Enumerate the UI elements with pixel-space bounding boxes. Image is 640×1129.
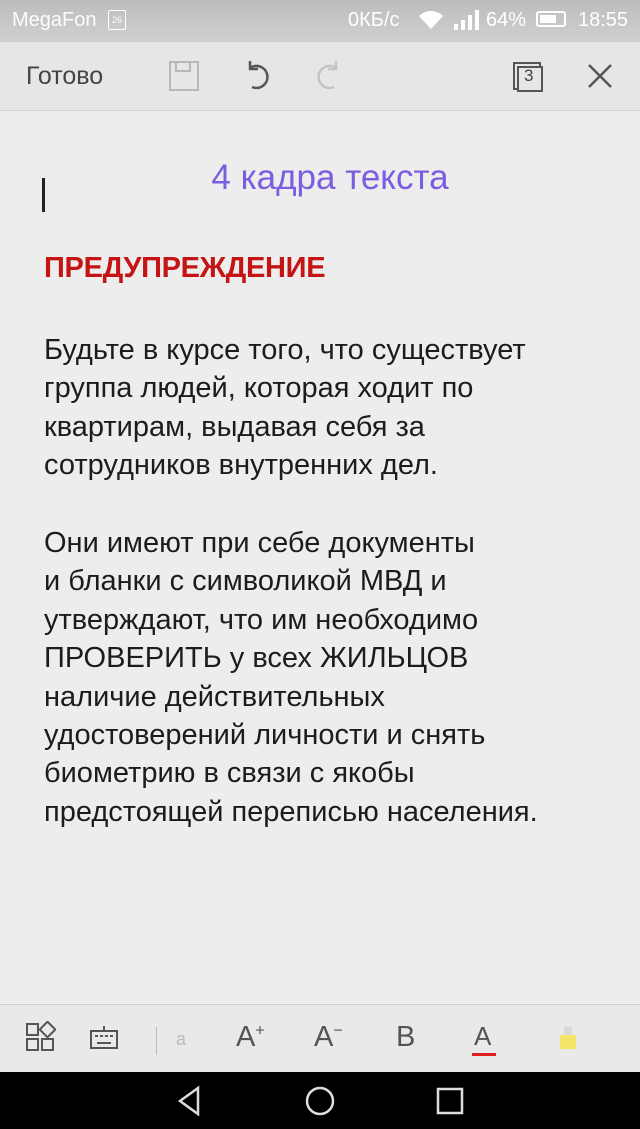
note-paragraph-2[interactable]: Они имеют при себе документы и бланки с … [44, 524, 634, 831]
editor-toolbar: Готово 3 [0, 42, 640, 111]
font-color-underline [472, 1053, 496, 1056]
clock: 18:55 [578, 9, 629, 31]
close-icon[interactable] [580, 56, 620, 96]
recents-icon[interactable] [433, 1084, 467, 1118]
status-bar: MegaFon 26 0КБ/с 64% 18:55 [0, 0, 640, 42]
font-color-button[interactable]: A [472, 1021, 496, 1059]
bold-button[interactable]: B [396, 1021, 415, 1059]
highlighter-icon[interactable] [556, 1021, 588, 1059]
undo-icon[interactable] [238, 56, 278, 96]
pages-count: 3 [524, 66, 534, 85]
keyboard-icon[interactable] [88, 1021, 120, 1059]
save-icon[interactable] [164, 56, 204, 96]
sim-badge: 26 [108, 10, 126, 30]
battery-icon [536, 11, 566, 27]
network-speed: 0КБ/с [348, 9, 400, 31]
wifi-icon [416, 8, 446, 38]
note-title[interactable]: 4 кадра текста [0, 158, 640, 198]
small-text-button[interactable]: a [176, 1029, 186, 1067]
increase-font-button[interactable]: A+ [236, 1021, 265, 1059]
done-button[interactable]: Готово [26, 62, 103, 91]
signal-icon [452, 8, 482, 38]
battery-percent: 64% [486, 9, 527, 31]
layout-grid-icon[interactable] [24, 1020, 57, 1059]
decrease-font-button[interactable]: A− [314, 1021, 343, 1059]
pages-icon[interactable]: 3 [508, 56, 548, 96]
back-icon[interactable] [172, 1084, 206, 1118]
home-icon[interactable] [303, 1084, 337, 1118]
format-toolbar: a A+ A− B A [0, 1004, 640, 1073]
system-nav-bar [0, 1072, 640, 1129]
redo-icon[interactable] [308, 56, 348, 96]
font-color-label: A [474, 1021, 492, 1051]
toolbar-divider [156, 1027, 157, 1055]
carrier-name: MegaFon [12, 9, 97, 31]
note-paragraph-1[interactable]: Будьте в курсе того, что существует груп… [44, 331, 634, 485]
warning-heading[interactable]: ПРЕДУПРЕЖДЕНИЕ [44, 252, 326, 285]
